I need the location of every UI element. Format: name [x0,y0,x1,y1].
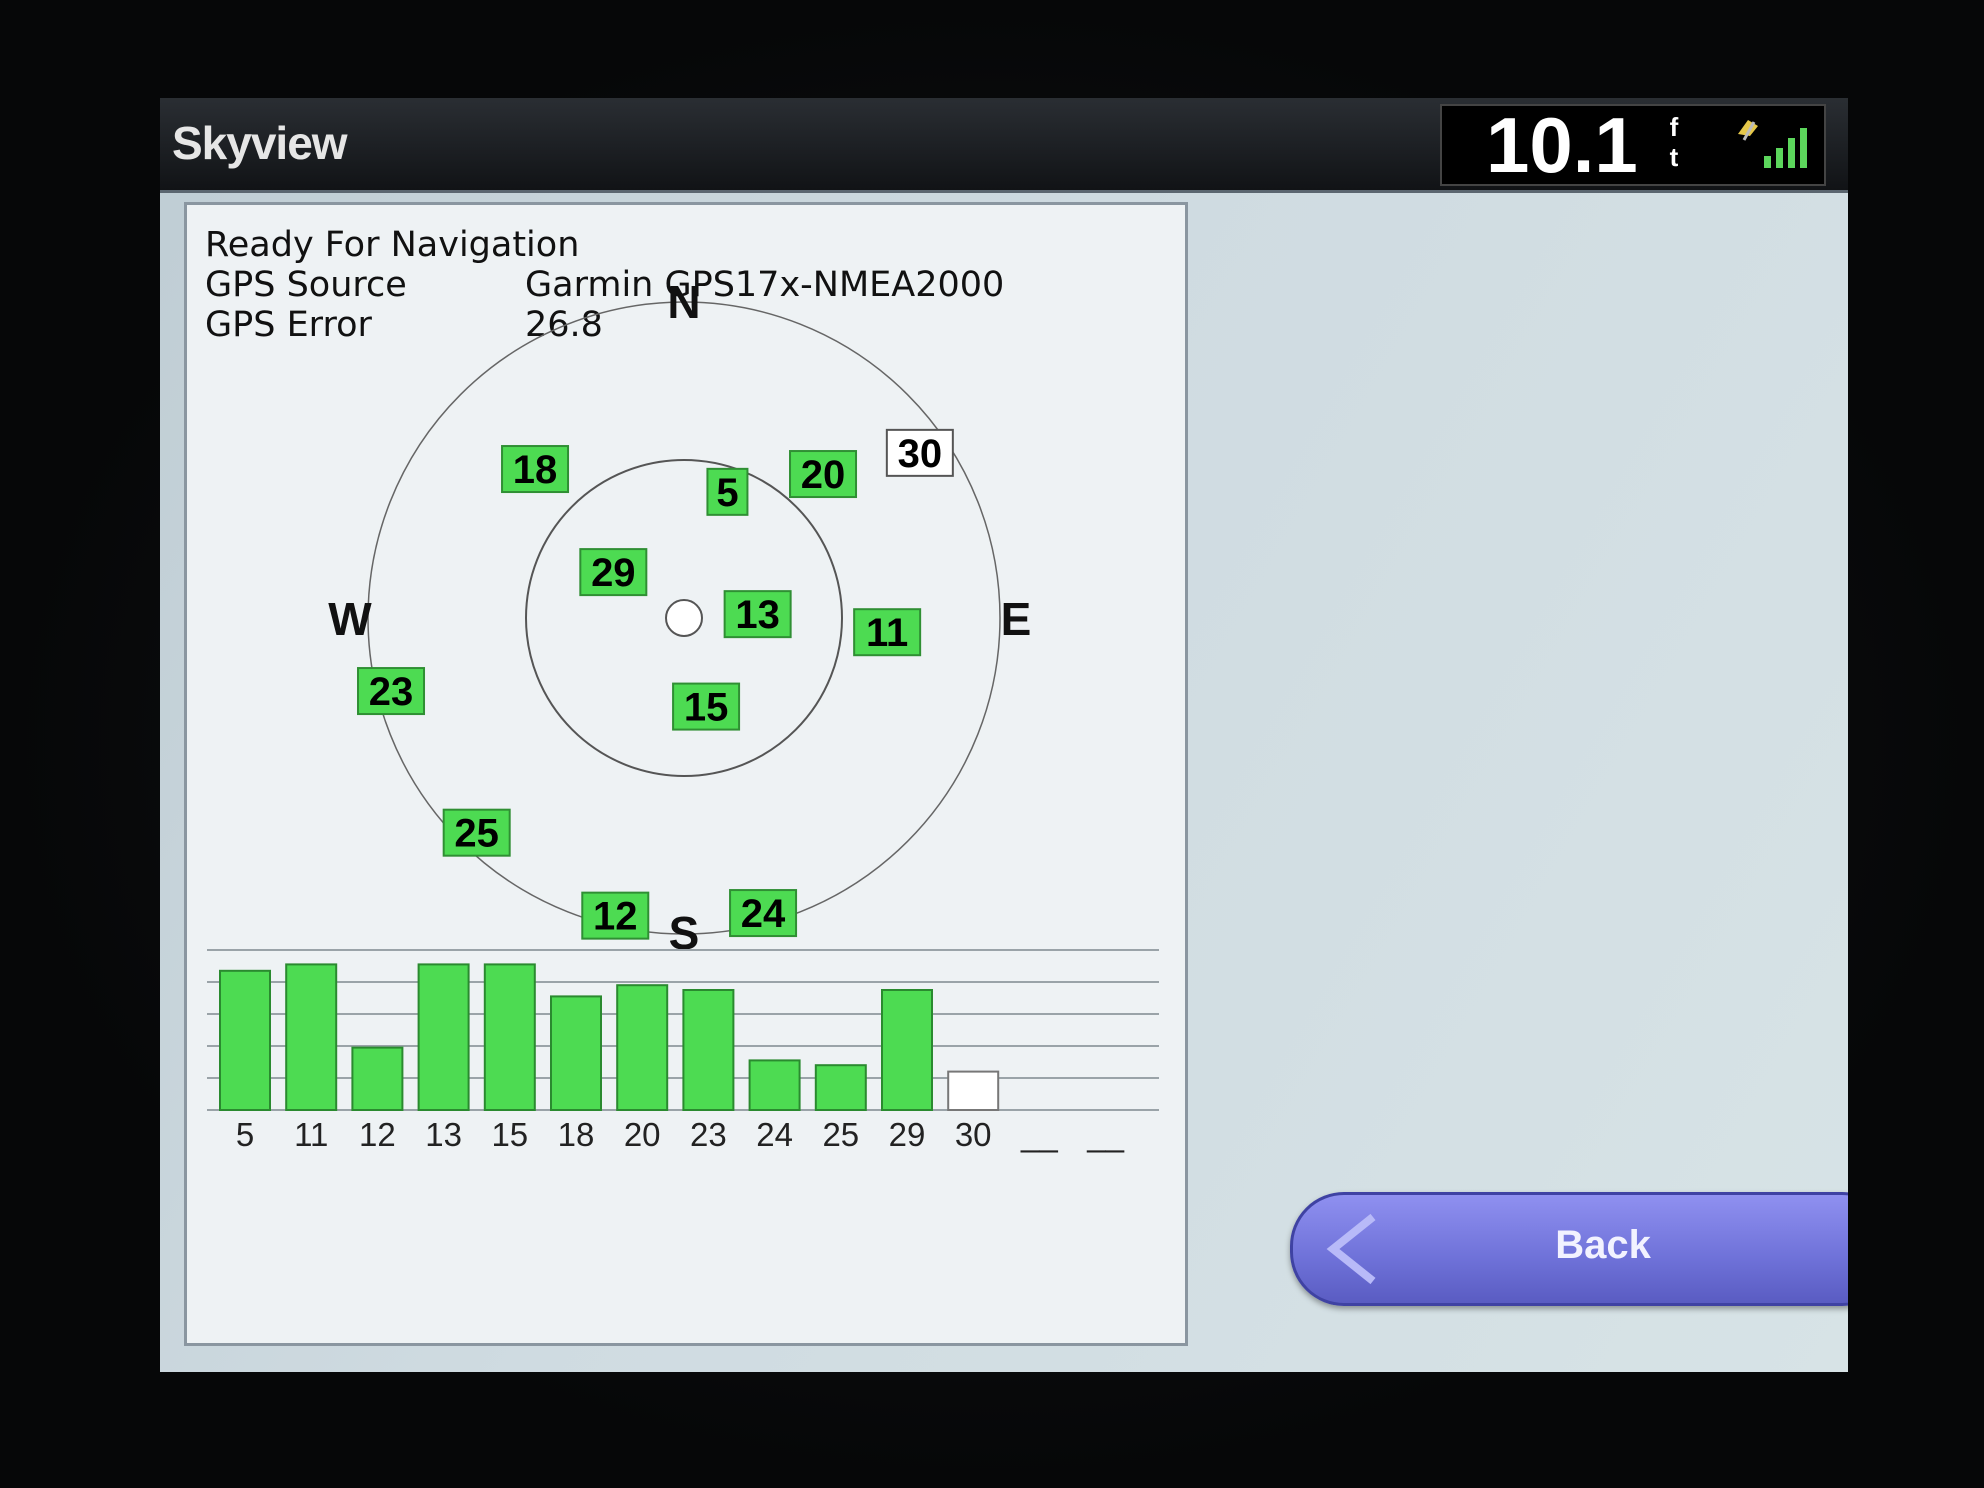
satellite-label: 15 [684,686,729,730]
satellite-label: 12 [593,895,638,939]
signal-bar-5 [219,969,271,1111]
depth-status-box: 10.1 f t [1440,104,1826,186]
satellite-label: 11 [866,611,908,655]
signal-strength-chart: 5 11 12 13 15 18 20 23 24 25 29 30 __ __ [207,949,1159,1153]
chevron-left-icon [1326,1213,1376,1285]
satellite-skyplot: N S E W 185 20 302913 1123 152512 24 5 11 12 13 1… [207,276,1159,1153]
compass-east: E [1001,593,1032,645]
back-button-label: Back [1555,1223,1651,1267]
compass-south: S [669,907,700,959]
signal-bar-label: 25 [822,1116,859,1153]
satellite-markers: 18 5 20 30 29 13 11 23 15 25 12 24 [357,428,954,940]
signal-bar-label: 20 [624,1116,661,1153]
signal-bar-20 [616,984,669,1112]
title-bar: Skyview 10.1 f t [160,98,1848,193]
satellite-marker-18: 18 [501,445,570,494]
signal-bar-13 [417,963,470,1112]
compass-west: W [328,593,372,645]
satellite-label: 23 [369,670,414,714]
satellite-marker-30: 30 [885,428,954,477]
depth-unit-bottom: t [1669,142,1679,172]
screen: Skyview 10.1 f t Ready For Navigation GP… [160,98,1848,1372]
signal-bar-label: 30 [955,1116,992,1153]
satellite-label: 13 [735,593,780,637]
page-title: Skyview [172,117,348,169]
signal-bar-label: __ [1020,1116,1058,1153]
satellite-label: 25 [454,812,499,856]
satellite-marker-13: 13 [723,590,792,639]
signal-bar-18 [550,995,602,1112]
back-button[interactable]: Back [1290,1192,1848,1306]
signal-bar-29 [881,989,933,1111]
signal-bar-label: 12 [359,1116,396,1153]
skyview-panel: Ready For Navigation GPS Source Garmin G… [184,202,1188,1346]
signal-bar-24 [748,1059,801,1112]
satellite-label: 18 [513,448,558,492]
satellite-marker-25: 25 [442,808,511,857]
satellite-label: 29 [591,551,636,595]
satellite-marker-20: 20 [789,450,858,499]
signal-bar-label: 24 [756,1116,793,1153]
signal-bar-label: 11 [294,1116,328,1153]
signal-bar-25 [814,1064,867,1112]
depth-unit: f t [1664,112,1684,172]
signal-bars: 5 11 12 13 15 18 20 23 24 25 29 30 __ __ [219,963,1125,1153]
signal-bar-label: 23 [690,1116,727,1153]
signal-bar-label: __ [1086,1116,1124,1153]
signal-bar-12 [351,1046,404,1111]
depth-unit-top: f [1669,112,1679,142]
signal-bar-label: 29 [889,1116,926,1153]
satellite-marker-11: 11 [853,608,922,657]
satellite-label: 30 [898,432,943,476]
satellite-marker-5: 5 [706,467,749,516]
satellite-label: 24 [741,892,786,936]
signal-bar-label: 18 [558,1116,595,1153]
satellite-marker-15: 15 [672,682,741,731]
signal-bar-23 [682,989,735,1111]
signal-bar-label: 13 [425,1116,462,1153]
zenith-marker [665,599,703,637]
compass-north: N [667,276,700,328]
satellite-label: 20 [801,453,846,497]
signal-bar-label: 15 [491,1116,528,1153]
depth-value: 10.1 [1486,101,1638,189]
satellite-label: 5 [716,471,738,515]
satellite-marker-12: 12 [581,891,650,940]
satellite-marker-24: 24 [729,889,798,938]
signal-bar-30 [947,1070,1000,1111]
satellite-marker-29: 29 [579,548,648,597]
signal-bar-label: 5 [236,1116,254,1153]
signal-bar-15 [483,963,536,1112]
signal-bar-11 [285,963,338,1112]
gps-signal-strength-icon [1738,120,1807,168]
satellite-marker-23: 23 [357,667,426,716]
